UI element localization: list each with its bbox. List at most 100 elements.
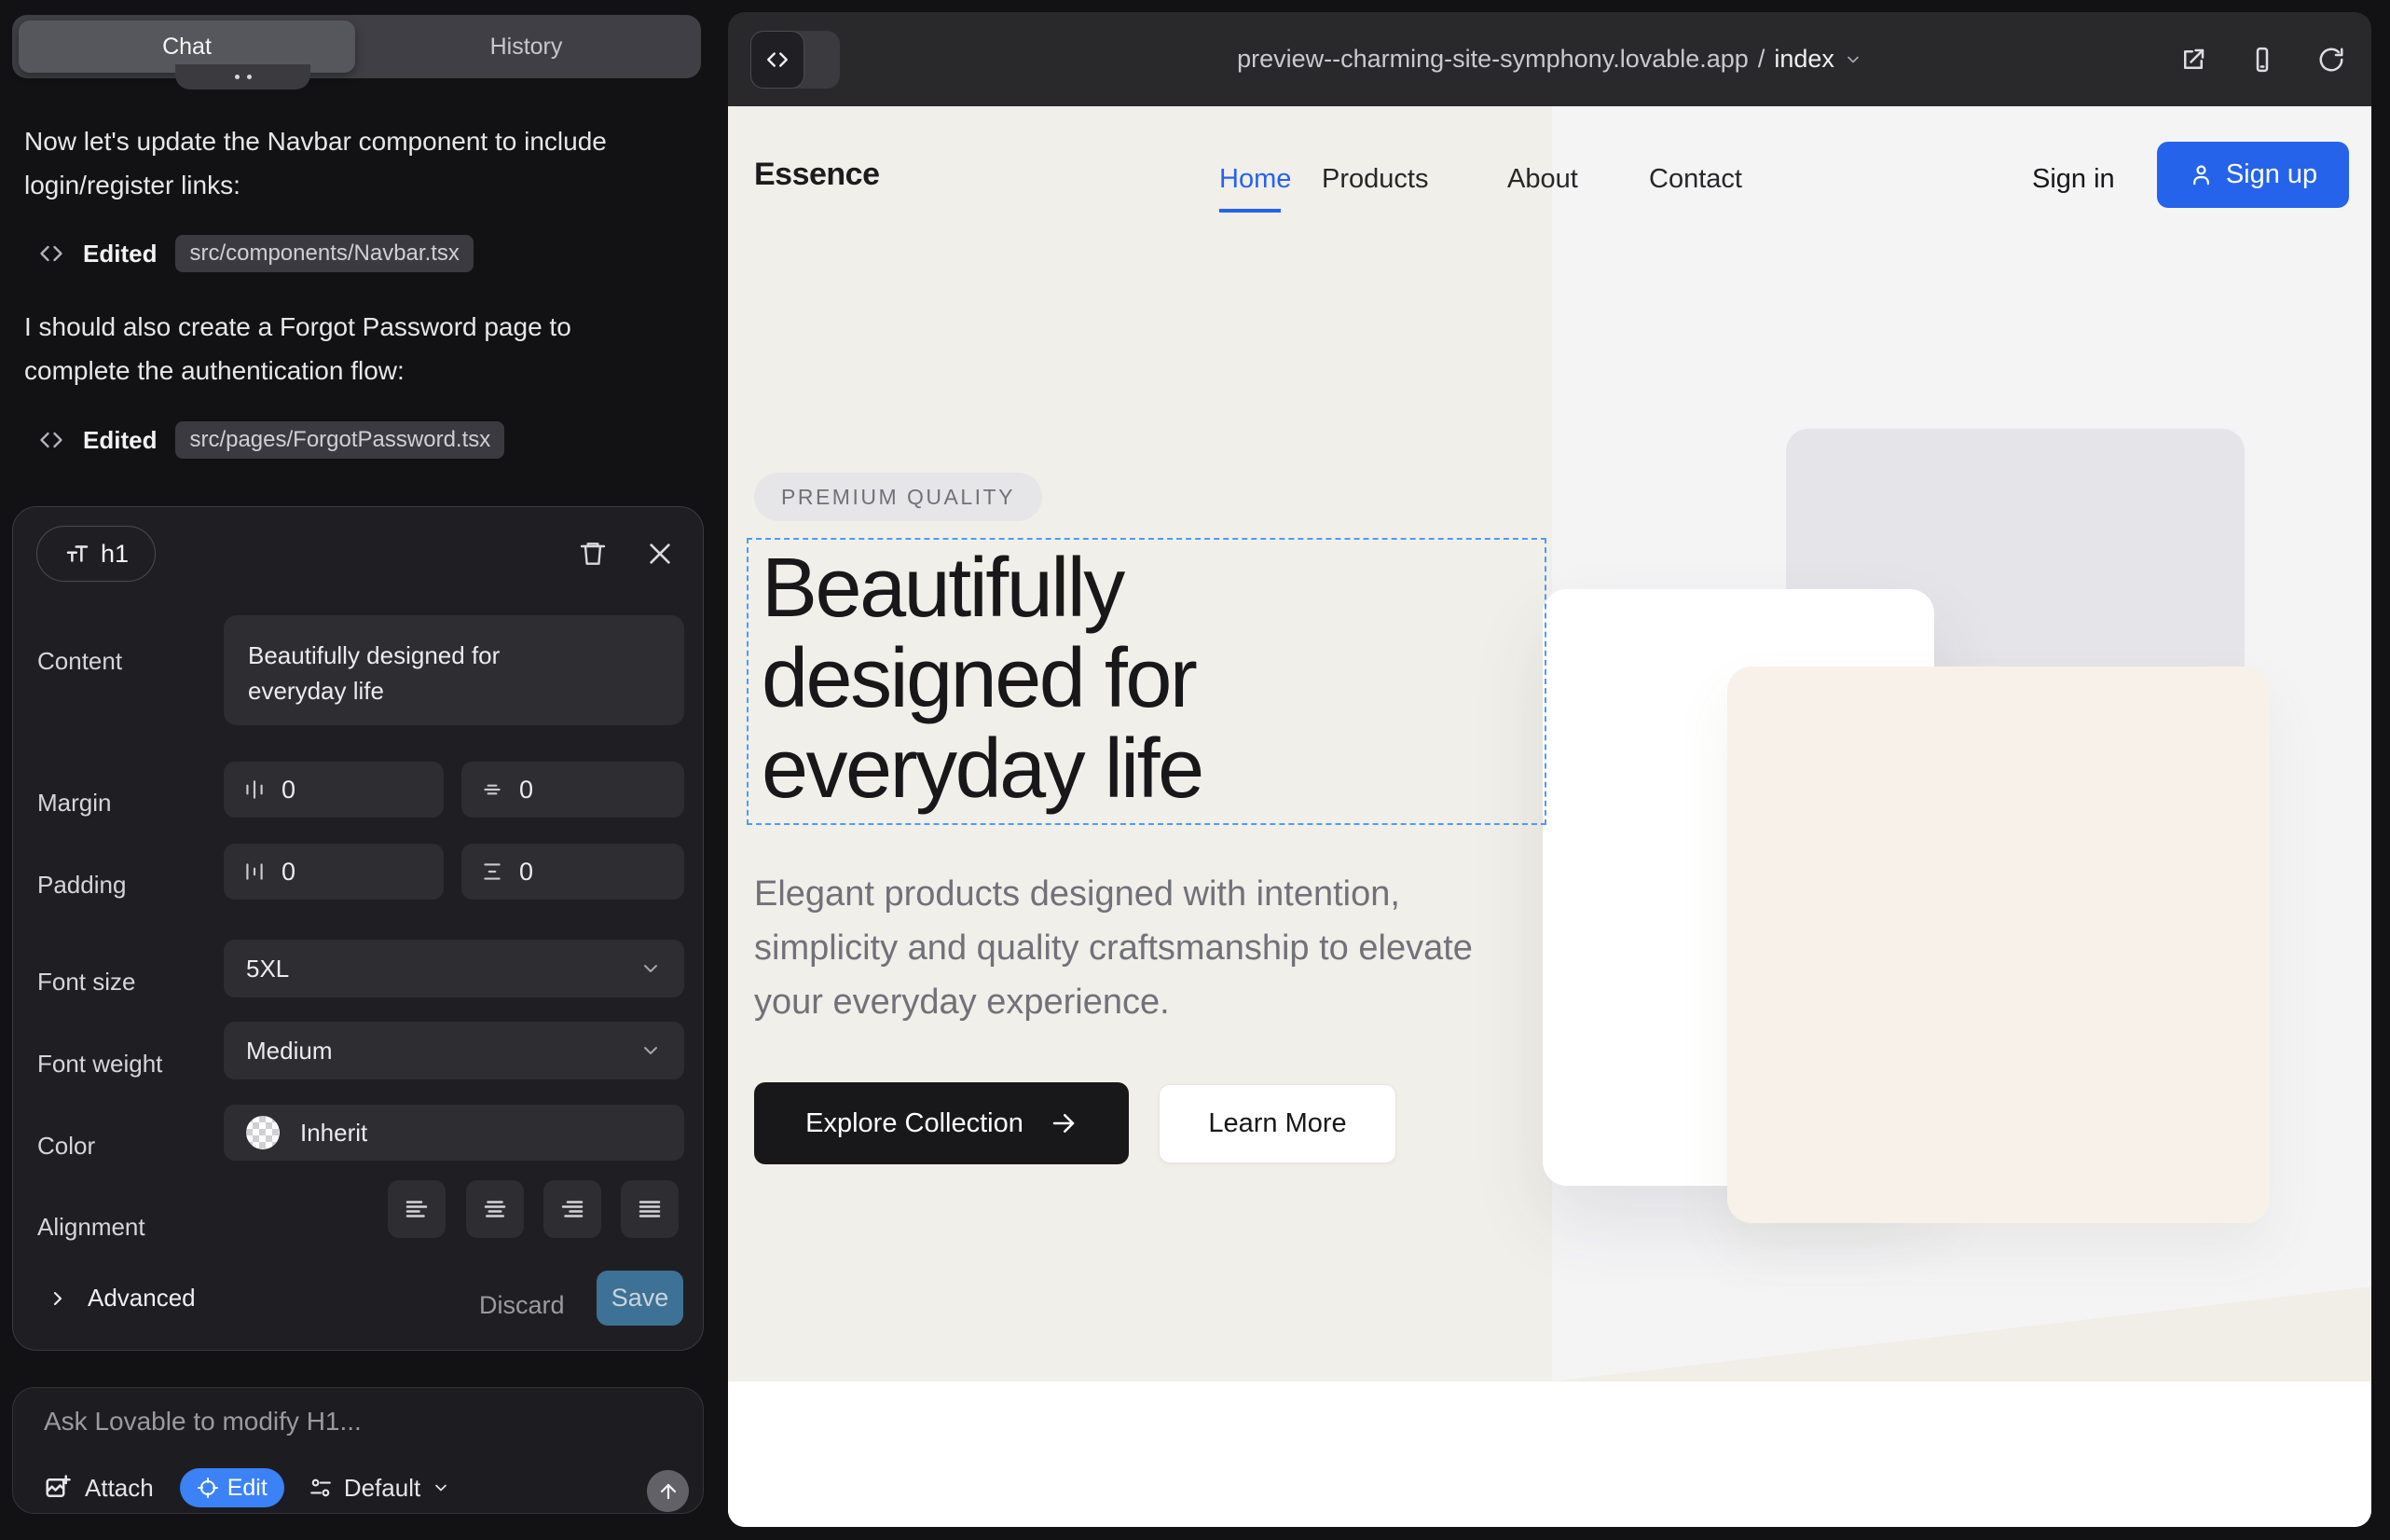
site-preview: Essence Home Products About Contact Sign… — [728, 106, 2371, 1527]
heading-type-icon — [63, 540, 91, 568]
nav-link-contact[interactable]: Contact — [1649, 164, 1742, 195]
content-label: Content — [37, 647, 122, 676]
code-icon — [38, 241, 64, 267]
color-swatch — [246, 1116, 280, 1149]
font-weight-select[interactable]: Medium — [224, 1022, 684, 1079]
close-editor-button[interactable] — [645, 539, 675, 569]
edit-mode-button[interactable]: Edit — [180, 1468, 284, 1507]
mobile-view-icon[interactable] — [2248, 46, 2276, 74]
padding-label: Padding — [37, 871, 126, 900]
edited-file-row: Edited src/pages/ForgotPassword.tsx — [38, 419, 504, 461]
url-separator: / — [1758, 45, 1765, 74]
margin-y-input[interactable]: 0 — [461, 762, 684, 818]
font-size-select[interactable]: 5XL — [224, 940, 684, 997]
chat-sidebar: Chat History Now let's update the Navbar… — [12, 0, 704, 1540]
attach-image-icon — [44, 1474, 72, 1502]
arrow-up-icon — [657, 1480, 680, 1503]
selected-h1-outline[interactable]: Beautifully designed for everyday life — [747, 538, 1546, 825]
alignment-label: Alignment — [37, 1213, 145, 1242]
padding-x-value: 0 — [282, 858, 295, 887]
explore-collection-button[interactable]: Explore Collection — [754, 1082, 1129, 1164]
padding-y-input[interactable]: 0 — [461, 844, 684, 900]
composer-toolbar: Attach Edit Default — [44, 1466, 450, 1509]
hero-heading: Beautifully designed for everyday life — [762, 543, 1202, 815]
padding-x-input[interactable]: 0 — [224, 844, 444, 900]
preview-url-bar[interactable]: preview--charming-site-symphony.lovable.… — [728, 12, 2371, 106]
arrow-right-icon — [1050, 1109, 1078, 1137]
align-center-button[interactable] — [466, 1180, 524, 1238]
color-value: Inherit — [300, 1119, 367, 1148]
refresh-icon[interactable] — [2317, 46, 2345, 74]
element-editor-panel: h1 Content Beautifully designed for ever… — [12, 506, 704, 1351]
chat-composer: Attach Edit Default — [12, 1387, 704, 1514]
section-below-hero — [728, 1382, 2371, 1527]
default-label: Default — [344, 1474, 420, 1503]
font-weight-label: Font weight — [37, 1050, 162, 1079]
crosshair-icon — [197, 1477, 219, 1499]
chevron-down-icon — [639, 957, 662, 980]
align-right-button[interactable] — [543, 1180, 601, 1238]
advanced-toggle[interactable]: Advanced — [47, 1284, 196, 1313]
preview-page-name: index — [1774, 45, 1834, 74]
lovable-app-window: Chat History Now let's update the Navbar… — [0, 0, 2390, 1540]
selected-element-chip[interactable]: h1 — [36, 526, 156, 582]
learn-more-button[interactable]: Learn More — [1159, 1084, 1396, 1163]
margin-x-value: 0 — [282, 776, 295, 804]
margin-vertical-icon — [480, 777, 504, 802]
chevron-down-icon — [639, 1039, 662, 1062]
open-external-icon[interactable] — [2179, 46, 2207, 74]
explore-collection-label: Explore Collection — [805, 1108, 1023, 1139]
save-button[interactable]: Save — [597, 1271, 683, 1326]
align-left-button[interactable] — [388, 1180, 446, 1238]
discard-button[interactable]: Discard — [472, 1284, 572, 1327]
active-nav-underline — [1219, 209, 1281, 213]
site-logo[interactable]: Essence — [754, 157, 880, 193]
edited-label: Edited — [83, 240, 157, 268]
code-icon — [38, 427, 64, 453]
padding-y-value: 0 — [519, 858, 533, 887]
hero-paragraph: Elegant products designed with intention… — [754, 867, 1511, 1029]
edited-file-chip[interactable]: src/components/Navbar.tsx — [175, 235, 473, 272]
font-size-label: Font size — [37, 968, 136, 997]
hero-diagonal-decoration — [1552, 1286, 2371, 1382]
sliders-icon — [309, 1476, 333, 1500]
sign-up-label: Sign up — [2226, 159, 2317, 190]
assistant-message: I should also create a Forgot Password p… — [24, 305, 669, 392]
collapsed-message-pill[interactable] — [175, 64, 310, 89]
chevron-down-icon — [432, 1478, 450, 1497]
edit-label: Edit — [227, 1475, 268, 1502]
attach-button[interactable]: Attach — [44, 1474, 154, 1503]
sign-up-button[interactable]: Sign up — [2157, 142, 2349, 208]
edited-file-row: Edited src/components/Navbar.tsx — [38, 233, 474, 274]
send-button[interactable] — [647, 1470, 689, 1512]
margin-horizontal-icon — [242, 777, 267, 802]
color-label: Color — [37, 1132, 95, 1161]
preview-header-actions — [2179, 12, 2345, 106]
padding-horizontal-icon — [242, 859, 267, 884]
margin-y-value: 0 — [519, 776, 533, 804]
model-default-selector[interactable]: Default — [309, 1474, 450, 1503]
chevron-down-icon — [1844, 50, 1862, 69]
element-tag-label: h1 — [101, 540, 129, 569]
chevron-right-icon — [47, 1287, 69, 1310]
attach-label: Attach — [85, 1474, 154, 1503]
nav-link-home[interactable]: Home — [1219, 164, 1291, 195]
content-input[interactable]: Beautifully designed for everyday life — [224, 615, 684, 725]
padding-vertical-icon — [480, 859, 504, 884]
delete-element-button[interactable] — [578, 539, 608, 569]
decorative-card-cream — [1727, 667, 2270, 1223]
edited-file-chip[interactable]: src/pages/ForgotPassword.tsx — [175, 421, 504, 459]
sign-in-link[interactable]: Sign in — [2032, 164, 2115, 195]
premium-quality-badge: PREMIUM QUALITY — [754, 473, 1042, 521]
composer-input[interactable] — [44, 1407, 659, 1437]
margin-x-input[interactable]: 0 — [224, 762, 444, 818]
tab-history[interactable]: History — [358, 21, 694, 73]
assistant-message: Now let's update the Navbar component to… — [24, 119, 669, 207]
color-select[interactable]: Inherit — [224, 1105, 684, 1161]
chat-history-tabbar: Chat History — [12, 15, 701, 78]
nav-link-products[interactable]: Products — [1322, 164, 1428, 195]
align-justify-button[interactable] — [621, 1180, 679, 1238]
font-weight-value: Medium — [246, 1037, 332, 1066]
margin-label: Margin — [37, 789, 111, 818]
nav-link-about[interactable]: About — [1507, 164, 1578, 195]
